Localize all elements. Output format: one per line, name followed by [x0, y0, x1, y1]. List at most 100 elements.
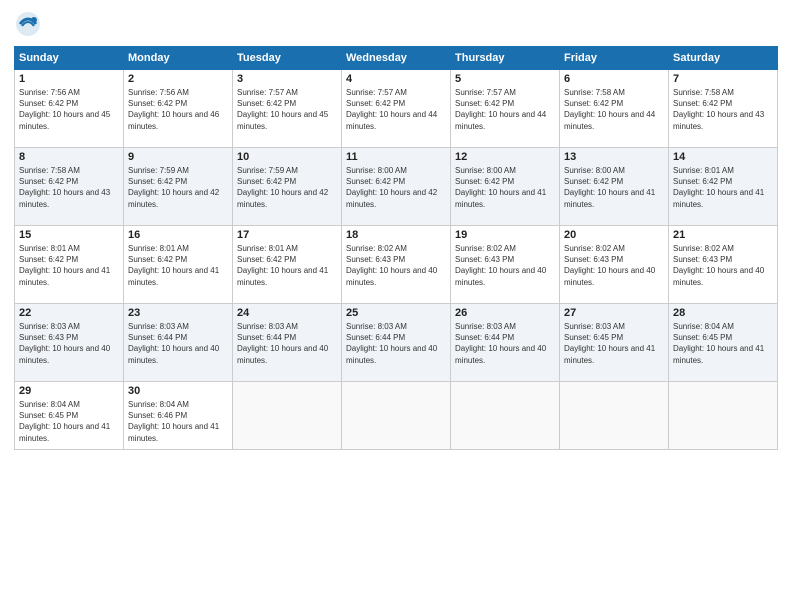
- day-number: 10: [237, 151, 337, 163]
- sunrise-text: Sunrise: 8:03 AM: [455, 322, 516, 331]
- sunrise-text: Sunrise: 7:59 AM: [237, 166, 298, 175]
- sunset-text: Sunset: 6:42 PM: [128, 99, 187, 108]
- table-row: [233, 382, 342, 450]
- day-number: 11: [346, 151, 446, 163]
- daylight-text: Daylight: 10 hours and 44 minutes.: [564, 110, 655, 130]
- table-row: 27 Sunrise: 8:03 AM Sunset: 6:45 PM Dayl…: [560, 304, 669, 382]
- day-number: 21: [673, 229, 773, 241]
- sunset-text: Sunset: 6:42 PM: [673, 99, 732, 108]
- table-row: 16 Sunrise: 8:01 AM Sunset: 6:42 PM Dayl…: [124, 226, 233, 304]
- daylight-text: Daylight: 10 hours and 44 minutes.: [455, 110, 546, 130]
- daylight-text: Daylight: 10 hours and 40 minutes.: [346, 266, 437, 286]
- table-row: 2 Sunrise: 7:56 AM Sunset: 6:42 PM Dayli…: [124, 70, 233, 148]
- daylight-text: Daylight: 10 hours and 40 minutes.: [564, 266, 655, 286]
- daylight-text: Daylight: 10 hours and 46 minutes.: [128, 110, 219, 130]
- daylight-text: Daylight: 10 hours and 41 minutes.: [237, 266, 328, 286]
- sunset-text: Sunset: 6:44 PM: [237, 333, 296, 342]
- day-number: 24: [237, 307, 337, 319]
- day-number: 16: [128, 229, 228, 241]
- sunrise-text: Sunrise: 8:00 AM: [346, 166, 407, 175]
- daylight-text: Daylight: 10 hours and 42 minutes.: [346, 188, 437, 208]
- sunset-text: Sunset: 6:43 PM: [19, 333, 78, 342]
- sunset-text: Sunset: 6:42 PM: [237, 255, 296, 264]
- calendar-row: 22 Sunrise: 8:03 AM Sunset: 6:43 PM Dayl…: [15, 304, 778, 382]
- day-number: 20: [564, 229, 664, 241]
- day-detail: Sunrise: 7:59 AM Sunset: 6:42 PM Dayligh…: [128, 165, 228, 210]
- table-row: 14 Sunrise: 8:01 AM Sunset: 6:42 PM Dayl…: [669, 148, 778, 226]
- day-detail: Sunrise: 7:58 AM Sunset: 6:42 PM Dayligh…: [19, 165, 119, 210]
- sunset-text: Sunset: 6:42 PM: [455, 177, 514, 186]
- table-row: 12 Sunrise: 8:00 AM Sunset: 6:42 PM Dayl…: [451, 148, 560, 226]
- sunrise-text: Sunrise: 8:02 AM: [455, 244, 516, 253]
- table-row: 23 Sunrise: 8:03 AM Sunset: 6:44 PM Dayl…: [124, 304, 233, 382]
- day-detail: Sunrise: 8:03 AM Sunset: 6:45 PM Dayligh…: [564, 321, 664, 366]
- day-detail: Sunrise: 8:01 AM Sunset: 6:42 PM Dayligh…: [19, 243, 119, 288]
- table-row: 19 Sunrise: 8:02 AM Sunset: 6:43 PM Dayl…: [451, 226, 560, 304]
- sunset-text: Sunset: 6:44 PM: [128, 333, 187, 342]
- daylight-text: Daylight: 10 hours and 40 minutes.: [237, 344, 328, 364]
- day-detail: Sunrise: 8:03 AM Sunset: 6:44 PM Dayligh…: [346, 321, 446, 366]
- sunrise-text: Sunrise: 8:02 AM: [673, 244, 734, 253]
- calendar-row: 8 Sunrise: 7:58 AM Sunset: 6:42 PM Dayli…: [15, 148, 778, 226]
- table-row: 5 Sunrise: 7:57 AM Sunset: 6:42 PM Dayli…: [451, 70, 560, 148]
- calendar-page: Sunday Monday Tuesday Wednesday Thursday…: [0, 0, 792, 612]
- day-number: 27: [564, 307, 664, 319]
- sunrise-text: Sunrise: 8:02 AM: [564, 244, 625, 253]
- sunrise-text: Sunrise: 8:01 AM: [673, 166, 734, 175]
- table-row: 30 Sunrise: 8:04 AM Sunset: 6:46 PM Dayl…: [124, 382, 233, 450]
- daylight-text: Daylight: 10 hours and 41 minutes.: [128, 266, 219, 286]
- table-row: 6 Sunrise: 7:58 AM Sunset: 6:42 PM Dayli…: [560, 70, 669, 148]
- sunset-text: Sunset: 6:42 PM: [346, 177, 405, 186]
- day-number: 28: [673, 307, 773, 319]
- sunset-text: Sunset: 6:42 PM: [128, 177, 187, 186]
- day-number: 13: [564, 151, 664, 163]
- day-number: 14: [673, 151, 773, 163]
- daylight-text: Daylight: 10 hours and 41 minutes.: [673, 344, 764, 364]
- sunrise-text: Sunrise: 8:01 AM: [128, 244, 189, 253]
- day-detail: Sunrise: 8:01 AM Sunset: 6:42 PM Dayligh…: [128, 243, 228, 288]
- day-detail: Sunrise: 8:03 AM Sunset: 6:44 PM Dayligh…: [128, 321, 228, 366]
- day-number: 1: [19, 73, 119, 85]
- sunset-text: Sunset: 6:43 PM: [673, 255, 732, 264]
- daylight-text: Daylight: 10 hours and 41 minutes.: [564, 344, 655, 364]
- daylight-text: Daylight: 10 hours and 42 minutes.: [237, 188, 328, 208]
- sunrise-text: Sunrise: 8:04 AM: [673, 322, 734, 331]
- table-row: 28 Sunrise: 8:04 AM Sunset: 6:45 PM Dayl…: [669, 304, 778, 382]
- col-friday: Friday: [560, 47, 669, 70]
- table-row: [342, 382, 451, 450]
- col-saturday: Saturday: [669, 47, 778, 70]
- day-number: 3: [237, 73, 337, 85]
- day-detail: Sunrise: 8:00 AM Sunset: 6:42 PM Dayligh…: [564, 165, 664, 210]
- day-number: 30: [128, 385, 228, 397]
- sunrise-text: Sunrise: 7:56 AM: [128, 88, 189, 97]
- daylight-text: Daylight: 10 hours and 41 minutes.: [673, 188, 764, 208]
- sunset-text: Sunset: 6:45 PM: [564, 333, 623, 342]
- day-number: 6: [564, 73, 664, 85]
- day-detail: Sunrise: 8:02 AM Sunset: 6:43 PM Dayligh…: [673, 243, 773, 288]
- table-row: 3 Sunrise: 7:57 AM Sunset: 6:42 PM Dayli…: [233, 70, 342, 148]
- day-number: 18: [346, 229, 446, 241]
- daylight-text: Daylight: 10 hours and 40 minutes.: [19, 344, 110, 364]
- daylight-text: Daylight: 10 hours and 40 minutes.: [346, 344, 437, 364]
- table-row: 29 Sunrise: 8:04 AM Sunset: 6:45 PM Dayl…: [15, 382, 124, 450]
- calendar-table: Sunday Monday Tuesday Wednesday Thursday…: [14, 46, 778, 450]
- table-row: [560, 382, 669, 450]
- table-row: 7 Sunrise: 7:58 AM Sunset: 6:42 PM Dayli…: [669, 70, 778, 148]
- daylight-text: Daylight: 10 hours and 43 minutes.: [19, 188, 110, 208]
- sunrise-text: Sunrise: 8:00 AM: [455, 166, 516, 175]
- sunset-text: Sunset: 6:44 PM: [455, 333, 514, 342]
- table-row: 20 Sunrise: 8:02 AM Sunset: 6:43 PM Dayl…: [560, 226, 669, 304]
- day-detail: Sunrise: 7:58 AM Sunset: 6:42 PM Dayligh…: [564, 87, 664, 132]
- day-detail: Sunrise: 8:00 AM Sunset: 6:42 PM Dayligh…: [455, 165, 555, 210]
- day-detail: Sunrise: 7:56 AM Sunset: 6:42 PM Dayligh…: [128, 87, 228, 132]
- col-thursday: Thursday: [451, 47, 560, 70]
- daylight-text: Daylight: 10 hours and 41 minutes.: [19, 266, 110, 286]
- col-monday: Monday: [124, 47, 233, 70]
- day-detail: Sunrise: 7:59 AM Sunset: 6:42 PM Dayligh…: [237, 165, 337, 210]
- table-row: 4 Sunrise: 7:57 AM Sunset: 6:42 PM Dayli…: [342, 70, 451, 148]
- sunset-text: Sunset: 6:42 PM: [19, 255, 78, 264]
- day-detail: Sunrise: 7:56 AM Sunset: 6:42 PM Dayligh…: [19, 87, 119, 132]
- sunset-text: Sunset: 6:42 PM: [346, 99, 405, 108]
- table-row: 11 Sunrise: 8:00 AM Sunset: 6:42 PM Dayl…: [342, 148, 451, 226]
- daylight-text: Daylight: 10 hours and 42 minutes.: [128, 188, 219, 208]
